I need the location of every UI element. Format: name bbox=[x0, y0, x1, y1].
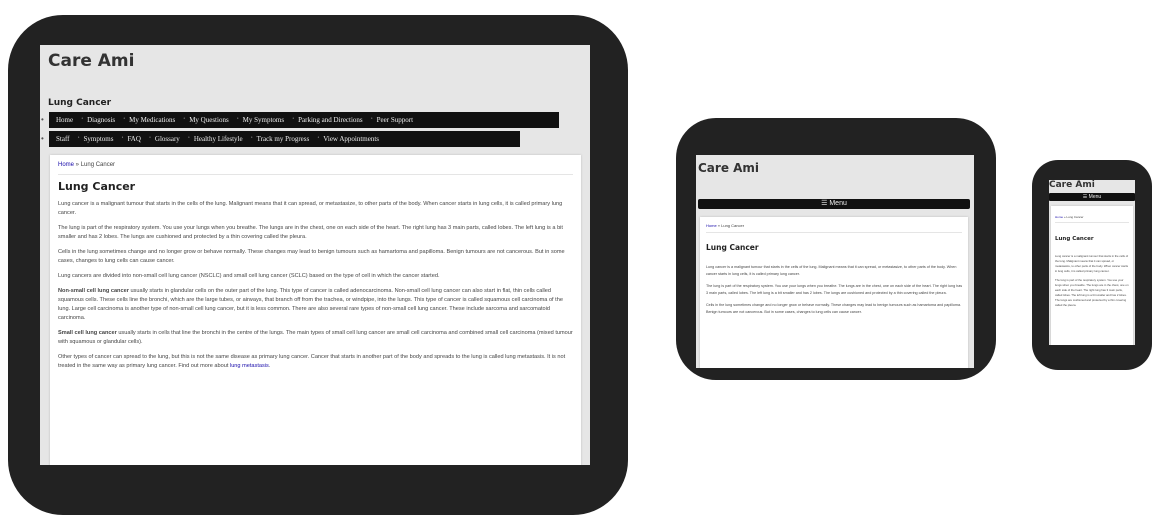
bold-term: Non-small cell lung cancer bbox=[58, 288, 129, 294]
nav-item-symptoms[interactable]: Symptoms bbox=[76, 135, 123, 143]
phone-screen: Care Ami ☰ Menu Home » Lung Cancer Lung … bbox=[1049, 180, 1135, 345]
breadcrumb: Home » Lung Cancer bbox=[1055, 215, 1084, 219]
breadcrumb-current: Lung Cancer bbox=[1066, 215, 1084, 219]
page-title: Lung Cancer bbox=[1055, 236, 1094, 242]
article-content: Home » Lung Cancer Lung Cancer Lung canc… bbox=[50, 155, 581, 465]
paragraph: Non-small cell lung cancer usually start… bbox=[58, 287, 573, 323]
nav-item-diagnosis[interactable]: Diagnosis bbox=[80, 116, 125, 124]
divider bbox=[1055, 222, 1129, 223]
nav-item-staff[interactable]: Staff bbox=[49, 135, 80, 143]
desktop-screen: Care Ami Lung Cancer • Home Diagnosis My… bbox=[40, 45, 590, 465]
menu-toggle-button[interactable]: ☰ Menu bbox=[698, 199, 970, 209]
article-body: Lung cancer is a malignant tumour that s… bbox=[1055, 254, 1129, 312]
paragraph: The lung is part of the respiratory syst… bbox=[706, 284, 963, 295]
lung-metastasis-link[interactable]: lung metastasis bbox=[230, 363, 269, 369]
article-body: Lung cancer is a malignant tumour that s… bbox=[706, 264, 964, 321]
paragraph: The lung is part of the respiratory syst… bbox=[58, 225, 563, 240]
nav-item-my-questions[interactable]: My Questions bbox=[182, 116, 239, 124]
page-title: Lung Cancer bbox=[706, 243, 759, 252]
site-title[interactable]: Care Ami bbox=[48, 51, 134, 71]
breadcrumb-separator: » bbox=[74, 162, 81, 168]
nav-item-glossary[interactable]: Glossary bbox=[148, 135, 190, 143]
nav-item-peer-support[interactable]: Peer Support bbox=[370, 116, 420, 124]
paragraph-text: usually starts in glandular cells on the… bbox=[58, 288, 563, 321]
site-title[interactable]: Care Ami bbox=[1049, 180, 1095, 190]
nav-bullet-icon: • bbox=[41, 134, 44, 143]
tablet-screen: Care Ami ☰ Menu Home » Lung Cancer Lung … bbox=[696, 155, 974, 368]
paragraph: Cells in the lung sometimes change and n… bbox=[706, 303, 962, 314]
nav-bullet-icon: • bbox=[41, 115, 44, 124]
nav-menu-row-1: Home Diagnosis My Medications My Questio… bbox=[49, 112, 559, 128]
nav-item-view-appointments[interactable]: View Appointments bbox=[316, 135, 386, 143]
paragraph: Lung cancers are divided into non-small … bbox=[58, 273, 440, 279]
paragraph-text: . bbox=[268, 363, 271, 369]
site-title[interactable]: Care Ami bbox=[698, 161, 759, 175]
paragraph-text: usually starts in cells that line the br… bbox=[58, 330, 573, 345]
breadcrumb-home-link[interactable]: Home bbox=[1055, 215, 1063, 219]
paragraph: Lung cancer is a malignant tumour that s… bbox=[1055, 254, 1129, 273]
breadcrumb: Home » Lung Cancer bbox=[706, 223, 744, 228]
breadcrumb-current: Lung Cancer bbox=[80, 162, 116, 168]
nav-item-faq[interactable]: FAQ bbox=[120, 135, 151, 143]
breadcrumb-home-link[interactable]: Home bbox=[706, 223, 717, 228]
divider bbox=[706, 232, 962, 233]
divider bbox=[58, 174, 573, 175]
article-content: Home » Lung Cancer Lung Cancer Lung canc… bbox=[1051, 206, 1133, 345]
paragraph: The lung is part of the respiratory syst… bbox=[1055, 278, 1129, 307]
page-title: Lung Cancer bbox=[58, 180, 136, 193]
paragraph: Other types of cancer can spread to the … bbox=[58, 353, 573, 371]
article-body: Lung cancer is a malignant tumour that s… bbox=[58, 200, 573, 377]
nav-item-my-medications[interactable]: My Medications bbox=[122, 116, 185, 124]
paragraph: Lung cancer is a malignant tumour that s… bbox=[706, 265, 957, 276]
nav-item-track-progress[interactable]: Track my Progress bbox=[250, 135, 319, 143]
nav-menu-row-2: Staff Symptoms FAQ Glossary Healthy Life… bbox=[49, 131, 520, 147]
article-content: Home » Lung Cancer Lung Cancer Lung canc… bbox=[700, 217, 968, 368]
paragraph: Lung cancer is a malignant tumour that s… bbox=[58, 201, 563, 216]
section-label: Lung Cancer bbox=[48, 98, 112, 108]
breadcrumb-home-link[interactable]: Home bbox=[58, 162, 74, 168]
bold-term: Small cell lung cancer bbox=[58, 330, 117, 336]
paragraph-text: Other types of cancer can spread to the … bbox=[58, 354, 566, 369]
breadcrumb: Home » Lung Cancer bbox=[58, 162, 115, 168]
paragraph: Small cell lung cancer usually starts in… bbox=[58, 329, 573, 347]
nav-item-parking[interactable]: Parking and Directions bbox=[291, 116, 372, 124]
nav-item-healthy-lifestyle[interactable]: Healthy Lifestyle bbox=[187, 135, 253, 143]
paragraph: Cells in the lung sometimes change and n… bbox=[58, 249, 565, 264]
nav-item-my-symptoms[interactable]: My Symptoms bbox=[236, 116, 295, 124]
breadcrumb-current: Lung Cancer bbox=[721, 223, 745, 228]
nav-item-home[interactable]: Home bbox=[49, 116, 83, 124]
menu-toggle-button[interactable]: ☰ Menu bbox=[1049, 193, 1135, 201]
